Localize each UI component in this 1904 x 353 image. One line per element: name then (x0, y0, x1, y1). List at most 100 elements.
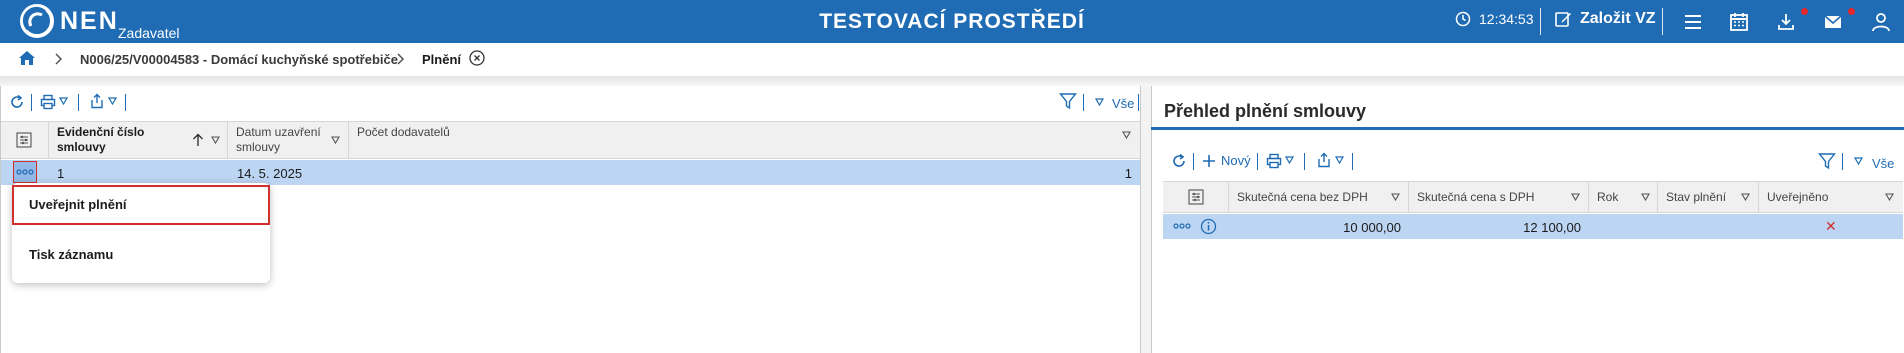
logo-subtitle: Zadavatel (118, 25, 180, 41)
more-dots-icon (16, 169, 34, 175)
toolbar-divider (1083, 94, 1084, 111)
filter-all-label[interactable]: Vše (1872, 156, 1894, 171)
header-divider (1662, 8, 1663, 35)
filter-all-label[interactable]: Vše (1112, 96, 1134, 111)
header-divider (1540, 8, 1541, 35)
column-filter-icon[interactable] (211, 136, 220, 144)
create-tender-label: Založit VZ (1580, 10, 1656, 27)
cell-evidencni-cislo: 1 (57, 166, 65, 181)
print-icon[interactable] (40, 94, 56, 110)
row-actions-button[interactable] (13, 161, 37, 183)
nen-logo-icon[interactable] (20, 4, 54, 38)
export-icon[interactable] (1316, 152, 1332, 168)
row-actions-button[interactable] (1172, 220, 1192, 232)
column-filter-icon[interactable] (1391, 193, 1400, 201)
toolbar-divider (1352, 153, 1353, 170)
chevron-right-icon (53, 53, 63, 65)
toolbar-divider (78, 94, 79, 111)
session-clock: 12:34:53 (1455, 11, 1534, 27)
toolbar-divider (1304, 153, 1305, 170)
column-label: Uveřejněno (1767, 190, 1829, 204)
column-filter-icon[interactable] (1741, 193, 1750, 201)
toolbar-divider (1138, 94, 1139, 111)
not-published-icon: ✕ (1825, 218, 1837, 234)
breadcrumb-item-tender[interactable]: N006/25/V00004583 - Domácí kuchyňské spo… (80, 52, 398, 67)
logo-text: NEN (60, 7, 119, 35)
menu-icon[interactable] (1682, 11, 1704, 33)
new-record-button[interactable]: Nový (1202, 153, 1251, 168)
toolbar-divider (31, 94, 32, 111)
export-icon[interactable] (89, 93, 105, 109)
column-header-rok[interactable]: Rok (1589, 181, 1658, 213)
create-tender-button[interactable]: Založit VZ (1554, 10, 1656, 28)
column-filter-icon[interactable] (1571, 193, 1580, 201)
column-label: Skutečná cena bez DPH (1237, 190, 1368, 204)
column-header-cena-bez-dph[interactable]: Skutečná cena bez DPH (1229, 181, 1409, 213)
column-header-cena-s-dph[interactable]: Skutečná cena s DPH (1409, 181, 1589, 213)
column-header-pocet-dodavatelu[interactable]: Počet dodavatelů (349, 121, 1140, 159)
sort-ascending-icon[interactable] (192, 133, 204, 147)
panel-title-underline (1151, 127, 1904, 130)
mail-notification-dot (1848, 8, 1855, 15)
download-notification-dot (1801, 8, 1808, 15)
new-record-label: Nový (1221, 153, 1251, 168)
breadcrumb-item-current: Plnění (422, 52, 462, 67)
refresh-icon[interactable] (1171, 153, 1187, 169)
column-label: Datum uzavření smlouvy (236, 125, 321, 154)
calendar-icon[interactable] (1728, 11, 1750, 33)
clock-icon (1455, 11, 1471, 27)
cell-datum: 14. 5. 2025 (237, 166, 303, 181)
column-settings-icon[interactable] (16, 132, 32, 148)
filter-icon[interactable] (1059, 92, 1077, 110)
download-icon[interactable] (1775, 11, 1797, 33)
plus-icon (1203, 154, 1215, 167)
cell-cena-bez-dph: 10 000,00 (1343, 220, 1401, 235)
menu-item-print[interactable]: Tisk záznamu (12, 235, 270, 275)
column-label: Stav plnění (1666, 190, 1727, 204)
chevron-down-icon[interactable] (59, 97, 68, 105)
mail-icon[interactable] (1822, 11, 1844, 33)
chevron-down-icon[interactable] (1335, 156, 1344, 164)
panel-title: Přehled plnění smlouvy (1164, 101, 1367, 121)
column-settings-cell (1163, 181, 1229, 213)
toolbar-divider (125, 94, 126, 111)
table-row[interactable] (1, 160, 1140, 185)
column-settings-icon[interactable] (1188, 189, 1204, 205)
column-header-uverejneno[interactable]: Uveřejněno (1759, 181, 1903, 213)
refresh-icon[interactable] (9, 94, 25, 110)
print-icon[interactable] (1266, 153, 1282, 169)
column-filter-icon[interactable] (1641, 193, 1650, 201)
user-icon[interactable] (1870, 11, 1892, 33)
cell-pocet-dodavatelu: 1 (1124, 166, 1132, 181)
toolbar-divider (1257, 153, 1258, 170)
column-filter-icon[interactable] (331, 136, 340, 144)
edit-icon (1555, 12, 1571, 27)
filter-icon[interactable] (1818, 152, 1836, 170)
chevron-down-icon[interactable] (1095, 98, 1104, 106)
chevron-down-icon[interactable] (108, 97, 117, 105)
menu-item-publish[interactable]: Uveřejnit plnění (12, 185, 270, 225)
panel-gap (1141, 86, 1151, 353)
column-label: Rok (1597, 190, 1619, 204)
column-header-evidencni-cislo[interactable]: Evidenční číslo smlouvy (49, 121, 228, 159)
breadcrumb-shadow (0, 76, 1904, 86)
row-context-menu: Uveřejnit plnění Tisk záznamu (12, 183, 270, 283)
column-label: Evidenční číslo smlouvy (57, 125, 145, 154)
chevron-down-icon[interactable] (1285, 156, 1294, 164)
home-icon[interactable] (18, 50, 36, 66)
close-icon[interactable] (469, 50, 485, 66)
column-filter-icon[interactable] (1122, 131, 1131, 139)
more-dots-icon (1173, 223, 1191, 229)
column-label: Skutečná cena s DPH (1417, 190, 1535, 204)
chevron-down-icon[interactable] (1854, 157, 1863, 165)
column-filter-icon[interactable] (1885, 193, 1894, 201)
column-settings-cell (1, 121, 49, 159)
clock-time: 12:34:53 (1479, 11, 1534, 27)
column-header-stav-plneni[interactable]: Stav plnění (1658, 181, 1759, 213)
toolbar-divider (1193, 153, 1194, 170)
info-icon[interactable] (1200, 218, 1217, 235)
cell-cena-s-dph: 12 100,00 (1523, 220, 1581, 235)
chevron-right-icon (395, 53, 405, 65)
column-header-datum[interactable]: Datum uzavření smlouvy (228, 121, 349, 159)
column-label: Počet dodavatelů (357, 125, 450, 139)
